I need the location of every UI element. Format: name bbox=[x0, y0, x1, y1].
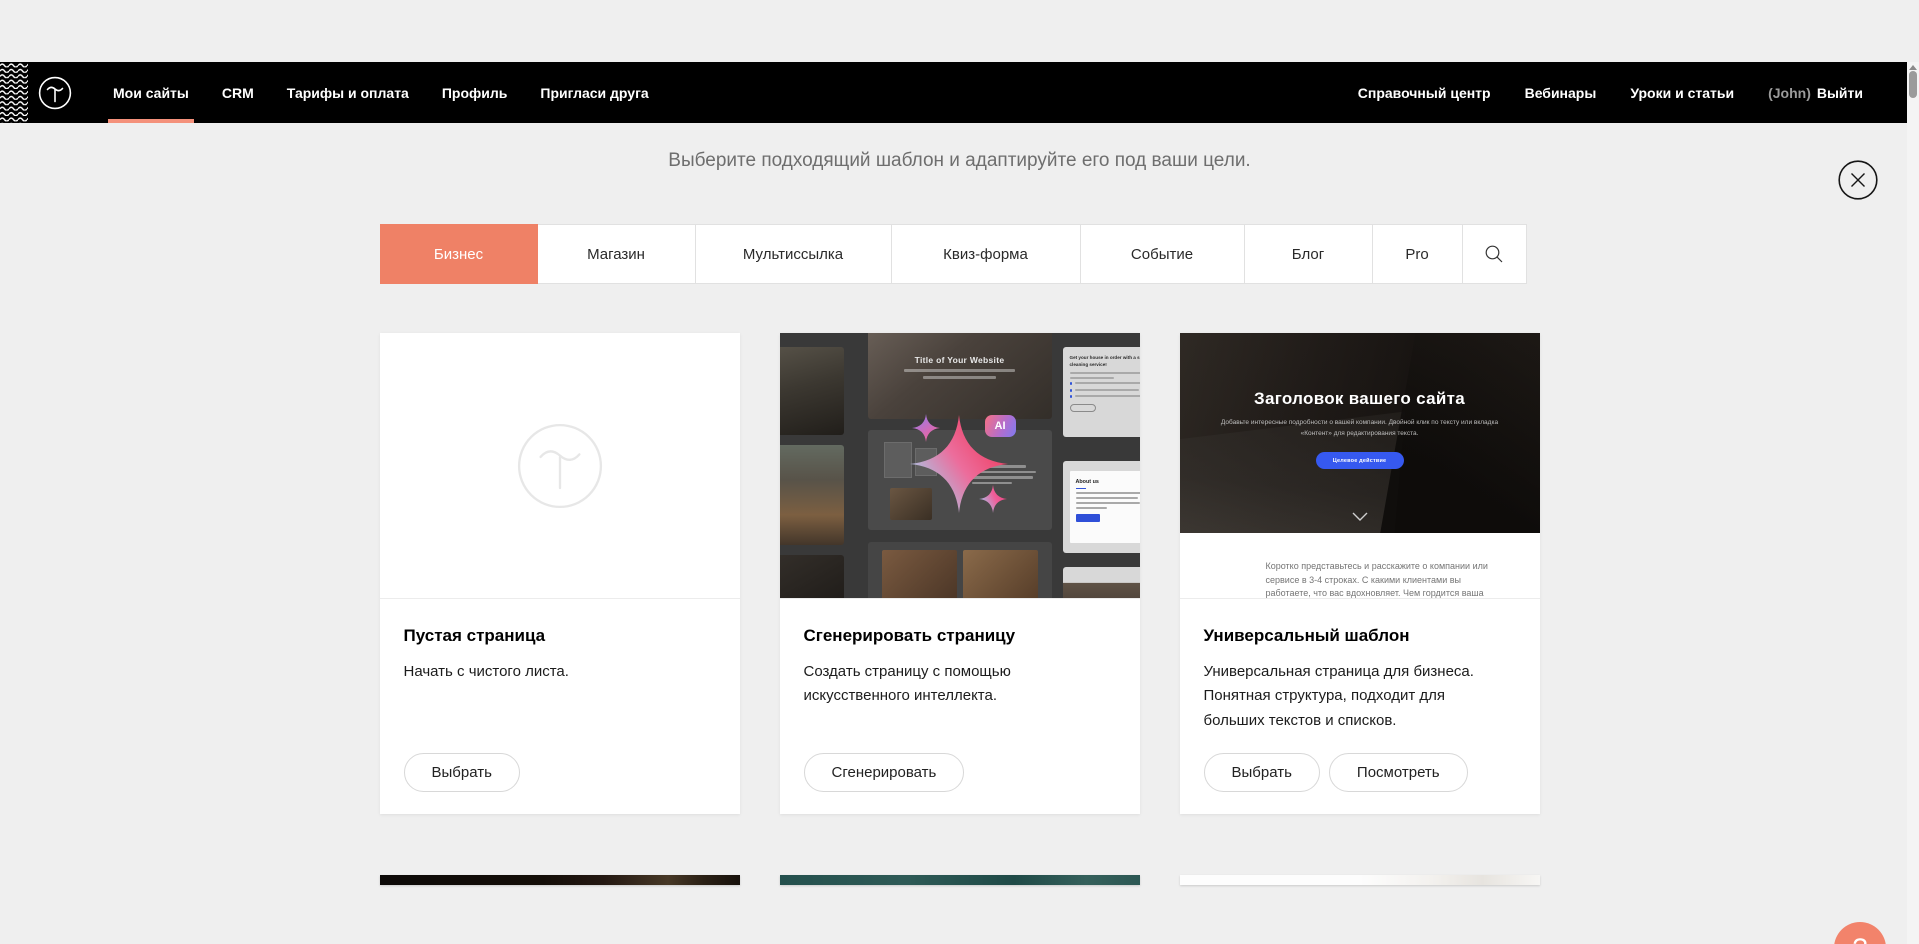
tab-quiz-form[interactable]: Квиз-форма bbox=[891, 224, 1081, 284]
preview-photo-tile bbox=[1063, 567, 1140, 599]
help-button[interactable]: ? bbox=[1834, 922, 1886, 944]
preview-photos-tile bbox=[868, 542, 1052, 599]
tab-multilink[interactable]: Мультиссылка bbox=[695, 224, 892, 284]
main-nav: Мои сайты CRM Тарифы и оплата Профиль Пр… bbox=[113, 62, 682, 123]
template-hero-section: Заголовок вашего сайта Добавьте интересн… bbox=[1180, 333, 1540, 533]
nav-help-center[interactable]: Справочный центр bbox=[1358, 85, 1491, 101]
template-hero-text: Добавьте интересные подробности о вашей … bbox=[1212, 418, 1507, 439]
blank-page-preview[interactable] bbox=[380, 333, 740, 599]
choose-button[interactable]: Выбрать bbox=[404, 753, 520, 792]
nav-my-sites[interactable]: Мои сайты bbox=[113, 62, 189, 123]
tab-business[interactable]: Бизнес bbox=[380, 224, 538, 284]
preview-about-tile: About us bbox=[1063, 461, 1140, 553]
logout-link[interactable]: Выйти bbox=[1817, 85, 1863, 101]
preview-photo-tile bbox=[780, 555, 844, 599]
scrollbar-up-arrow[interactable] bbox=[1909, 65, 1917, 70]
template-hero-title: Заголовок вашего сайта bbox=[1180, 389, 1540, 409]
nav-tariffs[interactable]: Тарифы и оплата bbox=[287, 62, 409, 123]
new-page-dialog: Новая страница Выберите подходящий шабло… bbox=[380, 62, 1540, 885]
zigzag-pattern-decoration bbox=[0, 62, 28, 123]
choose-button[interactable]: Выбрать bbox=[1204, 753, 1320, 792]
user-session-group: (John) Выйти bbox=[1768, 85, 1863, 101]
card-title: Сгенерировать страницу bbox=[804, 626, 1116, 646]
scrollbar-thumb[interactable] bbox=[1909, 71, 1917, 98]
nav-invite-friend[interactable]: Пригласи друга bbox=[540, 62, 648, 123]
scrollbar[interactable] bbox=[1907, 62, 1919, 944]
card-description: Создать страницу с помощью искусственног… bbox=[804, 660, 1104, 709]
text-line-placeholder bbox=[923, 376, 997, 379]
close-icon bbox=[1838, 160, 1878, 200]
template-cta-button: Целевое действие bbox=[1316, 452, 1404, 469]
template-card-ai-generate: Title of Your Website bbox=[780, 333, 1140, 814]
nav-profile[interactable]: Профиль bbox=[442, 62, 508, 123]
template-grid-row2 bbox=[380, 875, 1540, 885]
preview-photo-tile bbox=[780, 445, 844, 545]
user-name: (John) bbox=[1768, 85, 1811, 101]
generate-button[interactable]: Сгенерировать bbox=[804, 753, 965, 792]
template-card-partial[interactable] bbox=[1180, 875, 1540, 885]
card-info: Сгенерировать страницу Создать страницу … bbox=[780, 599, 1140, 709]
card-description: Универсальная страница для бизнеса. Поня… bbox=[1204, 660, 1504, 733]
nav-webinars[interactable]: Вебинары bbox=[1525, 85, 1597, 101]
close-button[interactable] bbox=[1838, 160, 1878, 200]
template-category-tabs: Бизнес Магазин Мультиссылка Квиз-форма С… bbox=[380, 224, 1540, 284]
template-card-universal: Заголовок вашего сайта Добавьте интересн… bbox=[1180, 333, 1540, 814]
nav-lessons[interactable]: Уроки и статьи bbox=[1630, 85, 1734, 101]
secondary-nav: Справочный центр Вебинары Уроки и статьи… bbox=[1358, 85, 1863, 101]
universal-template-preview[interactable]: Заголовок вашего сайта Добавьте интересн… bbox=[1180, 333, 1540, 599]
card-description: Начать с чистого листа. bbox=[404, 660, 704, 684]
card-title: Пустая страница bbox=[404, 626, 716, 646]
page-subtitle: Выберите подходящий шаблон и адаптируйте… bbox=[380, 148, 1540, 174]
ai-generate-preview[interactable]: Title of Your Website bbox=[780, 333, 1140, 599]
ai-sparkle-small-icon bbox=[912, 414, 940, 442]
tab-pro[interactable]: Pro bbox=[1372, 224, 1463, 284]
card-actions: Выбрать bbox=[404, 753, 520, 792]
chevron-down-icon bbox=[1352, 508, 1368, 526]
ai-badge: AI bbox=[985, 415, 1016, 437]
preview-hero-tile: Title of Your Website bbox=[868, 333, 1052, 419]
card-actions: Сгенерировать bbox=[804, 753, 965, 792]
template-card-blank: Пустая страница Начать с чистого листа. … bbox=[380, 333, 740, 814]
nav-crm[interactable]: CRM bbox=[222, 62, 254, 123]
tab-store[interactable]: Магазин bbox=[537, 224, 696, 284]
tilda-logo[interactable] bbox=[38, 76, 72, 110]
card-info: Универсальный шаблон Универсальная стран… bbox=[1180, 599, 1540, 733]
template-grid: Пустая страница Начать с чистого листа. … bbox=[380, 333, 1540, 814]
card-info: Пустая страница Начать с чистого листа. bbox=[380, 599, 740, 684]
tab-blog[interactable]: Блог bbox=[1244, 224, 1373, 284]
template-body-text: Коротко представьтесь и расскажите о ком… bbox=[1266, 560, 1492, 599]
search-icon bbox=[1484, 244, 1504, 264]
search-tab[interactable] bbox=[1462, 224, 1527, 284]
card-title: Универсальный шаблон bbox=[1204, 626, 1516, 646]
tab-event[interactable]: Событие bbox=[1080, 224, 1245, 284]
top-nav-bar: Мои сайты CRM Тарифы и оплата Профиль Пр… bbox=[0, 62, 1907, 123]
card-actions: Выбрать Посмотреть bbox=[1204, 753, 1468, 792]
template-body-section: Коротко представьтесь и расскажите о ком… bbox=[1180, 533, 1540, 599]
ai-sparkle-small-icon bbox=[979, 485, 1007, 513]
tilda-watermark-icon bbox=[380, 333, 740, 598]
preview-photo-tile bbox=[780, 347, 844, 435]
preview-text-card-tile: Get your house in order with a smart cle… bbox=[1063, 347, 1140, 437]
template-card-partial[interactable] bbox=[780, 875, 1140, 885]
text-line-placeholder bbox=[904, 369, 1014, 372]
view-button[interactable]: Посмотреть bbox=[1329, 753, 1468, 792]
template-card-partial[interactable] bbox=[380, 875, 740, 885]
